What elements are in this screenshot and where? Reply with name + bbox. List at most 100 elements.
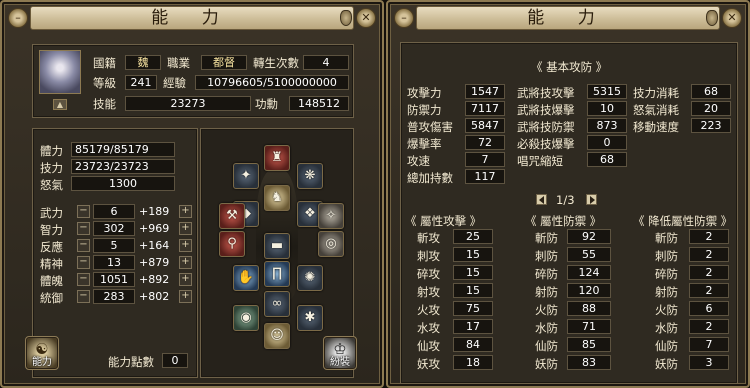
attr-defense-value: 71 bbox=[567, 319, 611, 334]
attr-reduce-value: 2 bbox=[689, 247, 729, 262]
attr-defense-value: 88 bbox=[567, 301, 611, 316]
country-value: 魏 bbox=[125, 55, 161, 70]
equip-slot-armor[interactable]: ♞ bbox=[264, 185, 290, 211]
attr-reduce-value: 6 bbox=[689, 301, 729, 316]
attr-attack-label: 仙攻 bbox=[417, 339, 440, 353]
job-label: 職業 bbox=[167, 56, 190, 70]
stat-value-attack-speed: 7 bbox=[465, 152, 505, 167]
panel-title: 能 力 bbox=[30, 6, 354, 30]
skill-label: 技能 bbox=[93, 97, 116, 111]
attr-reduce-value: 7 bbox=[689, 337, 729, 352]
attr-defense-value: 124 bbox=[567, 265, 611, 280]
equip-slot-pet[interactable]: ✱ bbox=[297, 305, 323, 331]
stat-label-general-skill-defense: 武將技防禦 bbox=[517, 120, 575, 134]
combat-stats-panel: – 能 力 ✕ 《 基本攻防 》 攻擊力 1547 防禦力 7117 普攻傷害 … bbox=[386, 0, 750, 388]
equip-slot-ring-left[interactable]: ⚲ bbox=[219, 231, 245, 257]
equip-slot-belt[interactable]: ▬ bbox=[264, 233, 290, 259]
vital-value-hp: 85179/85179 bbox=[71, 142, 175, 157]
equip-slot-necklace[interactable]: ❋ bbox=[297, 163, 323, 189]
mask-icon: ☺ bbox=[270, 328, 284, 343]
stat-minus-button[interactable]: − bbox=[77, 256, 90, 269]
stat-label-normal-damage: 普攻傷害 bbox=[407, 120, 453, 134]
stat-minus-button[interactable]: − bbox=[77, 290, 90, 303]
stat-label-attack-speed: 攻速 bbox=[407, 154, 430, 168]
boots-icon: ∞ bbox=[271, 296, 283, 311]
stat-value-str: 6 bbox=[93, 204, 135, 219]
equip-slot-offhand[interactable]: ✧ bbox=[318, 203, 344, 229]
stat-plus-button[interactable]: + bbox=[179, 239, 192, 252]
stat-label-physique: 體魄 bbox=[40, 274, 63, 288]
stat-label-sp-cost: 技力消耗 bbox=[633, 86, 679, 100]
equip-slot-charm[interactable]: ✺ bbox=[297, 265, 323, 291]
stat-plus-button[interactable]: + bbox=[179, 205, 192, 218]
arrow-left-icon bbox=[539, 196, 544, 204]
attr-attack-value: 18 bbox=[453, 355, 493, 370]
ability-points-value: 0 bbox=[162, 353, 188, 368]
country-label: 國籍 bbox=[93, 56, 116, 70]
title-ornament-icon bbox=[340, 10, 352, 26]
ability-tab-button[interactable]: ☯ 能力 bbox=[25, 336, 59, 370]
stat-minus-button[interactable]: − bbox=[77, 205, 90, 218]
armor-icon: ♞ bbox=[271, 190, 283, 205]
attr-defense-label: 刺防 bbox=[535, 249, 558, 263]
attr-attack-label: 斬攻 bbox=[417, 231, 440, 245]
stat-plus-button[interactable]: + bbox=[179, 290, 192, 303]
equip-slot-ring-right[interactable]: ◎ bbox=[318, 231, 344, 257]
stat-bonus-str: +189 bbox=[139, 205, 170, 218]
job-value: 都督 bbox=[201, 55, 247, 70]
equip-slot-weapon[interactable]: ⚒ bbox=[219, 203, 245, 229]
stat-plus-button[interactable]: + bbox=[179, 256, 192, 269]
stat-value-cast-reduction: 68 bbox=[587, 152, 627, 167]
stat-value-physique: 1051 bbox=[93, 272, 135, 287]
stat-bonus-spirit: +879 bbox=[139, 256, 170, 269]
rebirth-label: 轉生次數 bbox=[253, 56, 299, 70]
stat-value-spirit: 13 bbox=[93, 255, 135, 270]
belt-icon: ▬ bbox=[270, 238, 284, 253]
close-icon[interactable]: ✕ bbox=[722, 8, 742, 28]
equip-slot-mask[interactable]: ☺ bbox=[264, 323, 290, 349]
stat-value-general-skill-attack: 5315 bbox=[587, 84, 627, 99]
exp-label: 經驗 bbox=[163, 76, 186, 90]
attr-attack-label: 碎攻 bbox=[417, 267, 440, 281]
stat-label-cast-reduction: 唱咒縮短 bbox=[517, 154, 563, 168]
stat-bonus-reflex: +164 bbox=[139, 239, 170, 252]
stat-plus-button[interactable]: + bbox=[179, 222, 192, 235]
attr-attack-label: 水攻 bbox=[417, 321, 440, 335]
attr-defense-label: 射防 bbox=[535, 285, 558, 299]
ring-icon: ◎ bbox=[325, 236, 337, 251]
ring-icon: ⚲ bbox=[227, 236, 237, 251]
attr-reduce-value: 2 bbox=[689, 283, 729, 298]
outfit-tab-button[interactable]: ♔ 紛裝 bbox=[323, 336, 357, 370]
page-next-button[interactable] bbox=[586, 194, 597, 205]
stat-bonus-command: +802 bbox=[139, 290, 170, 303]
attr-attack-value: 15 bbox=[453, 247, 493, 262]
equip-slot-boots[interactable]: ∞ bbox=[264, 291, 290, 317]
section-title-attr-reduce: 《 降低屬性防禦 》 bbox=[633, 214, 733, 228]
stat-label-rage-cost: 怒氣消耗 bbox=[633, 103, 679, 117]
exp-value: 10796605/5100000000 bbox=[195, 75, 349, 90]
close-icon[interactable]: ✕ bbox=[356, 8, 376, 28]
attr-attack-label: 射攻 bbox=[417, 285, 440, 299]
level-label: 等級 bbox=[93, 76, 116, 90]
vital-value-sp: 23723/23723 bbox=[71, 159, 175, 174]
stat-minus-button[interactable]: − bbox=[77, 239, 90, 252]
stat-minus-button[interactable]: − bbox=[77, 273, 90, 286]
stat-value-rage-cost: 20 bbox=[691, 101, 731, 116]
attr-defense-value: 83 bbox=[567, 355, 611, 370]
stat-minus-button[interactable]: − bbox=[77, 222, 90, 235]
equip-slot-mount[interactable]: ◉ bbox=[233, 305, 259, 331]
page-prev-button[interactable] bbox=[536, 194, 547, 205]
equip-slot-gloves[interactable]: ✋ bbox=[233, 265, 259, 291]
portrait-up-arrow-icon[interactable]: ▲ bbox=[53, 99, 67, 110]
minimize-icon[interactable]: – bbox=[8, 8, 28, 28]
minimize-icon[interactable]: – bbox=[394, 8, 414, 28]
equip-slot-helmet[interactable]: ♜ bbox=[264, 145, 290, 171]
equip-slot-pants[interactable]: ∏ bbox=[264, 261, 290, 287]
section-title-attr-defense: 《 屬性防禦 》 bbox=[525, 214, 602, 228]
stat-plus-button[interactable]: + bbox=[179, 273, 192, 286]
stat-value-int: 302 bbox=[93, 221, 135, 236]
outfit-tab-label: 紛裝 bbox=[330, 357, 350, 368]
attr-reduce-label: 仙防 bbox=[655, 339, 678, 353]
equip-slot-earring[interactable]: ✦ bbox=[233, 163, 259, 189]
stat-value-general-skill-defense: 873 bbox=[587, 118, 627, 133]
